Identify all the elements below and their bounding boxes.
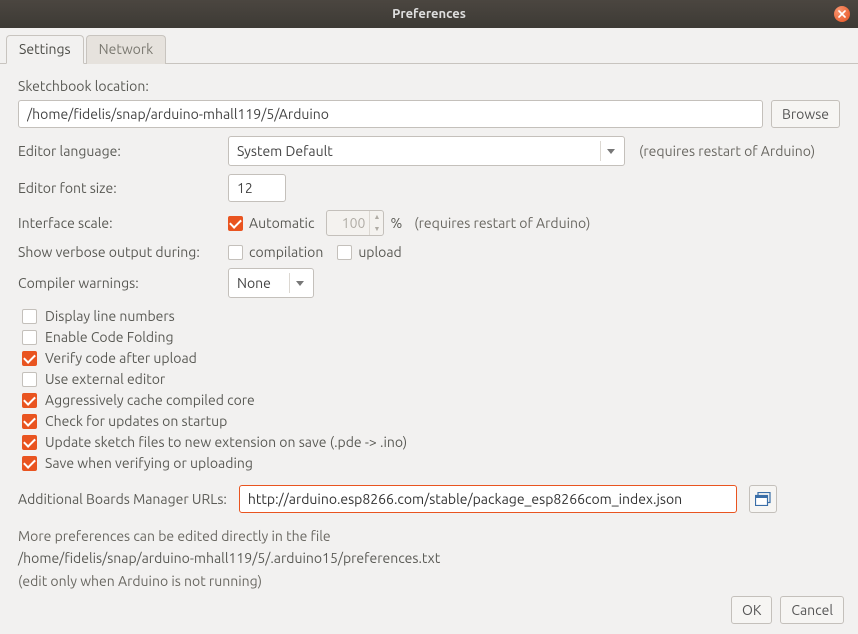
- compiler-warnings-select[interactable]: None: [228, 268, 314, 298]
- editor-language-label: Editor language:: [18, 143, 228, 159]
- preferences-file-note: More preferences can be edited directly …: [18, 525, 840, 592]
- dialog-footer: OK Cancel: [731, 596, 844, 624]
- verify-after-upload-label: Verify code after upload: [45, 350, 197, 366]
- boards-urls-label: Additional Boards Manager URLs:: [18, 491, 227, 507]
- compiler-warnings-label: Compiler warnings:: [18, 275, 228, 291]
- verify-after-upload-checkbox[interactable]: [22, 351, 37, 366]
- settings-panel: Sketchbook location: Browse Editor langu…: [0, 64, 858, 600]
- scale-percent: %: [390, 215, 402, 231]
- scale-automatic-label: Automatic: [249, 215, 314, 231]
- verbose-upload-checkbox[interactable]: [337, 245, 352, 260]
- scale-restart-note: (requires restart of Arduino): [414, 215, 590, 231]
- chevron-down-icon: [600, 141, 620, 161]
- scale-automatic-checkbox[interactable]: [228, 216, 243, 231]
- sketchbook-path-input[interactable]: [18, 100, 763, 128]
- enable-code-folding-label: Enable Code Folding: [45, 329, 174, 345]
- window-titlebar: Preferences: [0, 0, 858, 28]
- ok-button[interactable]: OK: [731, 596, 772, 624]
- compiler-warnings-value: None: [237, 275, 271, 291]
- verbose-label: Show verbose output during:: [18, 244, 228, 260]
- browse-button[interactable]: Browse: [771, 100, 840, 128]
- enable-code-folding-checkbox[interactable]: [22, 330, 37, 345]
- font-size-input[interactable]: [228, 174, 286, 202]
- tab-settings[interactable]: Settings: [6, 35, 84, 64]
- font-size-label: Editor font size:: [18, 180, 228, 196]
- verbose-compilation-label: compilation: [249, 244, 323, 260]
- verbose-upload-label: upload: [358, 244, 401, 260]
- interface-scale-label: Interface scale:: [18, 215, 228, 231]
- save-when-verifying-label: Save when verifying or uploading: [45, 455, 253, 471]
- tab-network[interactable]: Network: [86, 35, 167, 64]
- aggressive-cache-label: Aggressively cache compiled core: [45, 392, 255, 408]
- aggressive-cache-checkbox[interactable]: [22, 393, 37, 408]
- update-extension-checkbox[interactable]: [22, 435, 37, 450]
- chevron-down-icon: ▼: [370, 223, 383, 235]
- scale-spin-buttons[interactable]: ▲ ▼: [369, 211, 383, 235]
- check-updates-label: Check for updates on startup: [45, 413, 227, 429]
- window-title: Preferences: [392, 7, 466, 21]
- pref-note-line3: (edit only when Arduino is not running): [18, 570, 840, 592]
- external-editor-label: Use external editor: [45, 371, 165, 387]
- cancel-button[interactable]: Cancel: [780, 596, 844, 624]
- verbose-compilation-checkbox[interactable]: [228, 245, 243, 260]
- display-line-numbers-label: Display line numbers: [45, 308, 175, 324]
- boards-urls-input[interactable]: [239, 485, 737, 513]
- pref-note-path: /home/fidelis/snap/arduino-mhall119/5/.a…: [18, 547, 840, 569]
- tab-bar: Settings Network: [0, 28, 858, 64]
- check-updates-checkbox[interactable]: [22, 414, 37, 429]
- update-extension-label: Update sketch files to new extension on …: [45, 434, 407, 450]
- pref-note-line1: More preferences can be edited directly …: [18, 525, 840, 547]
- close-icon: [838, 10, 846, 18]
- sketchbook-label: Sketchbook location:: [18, 78, 840, 94]
- external-editor-checkbox[interactable]: [22, 372, 37, 387]
- language-restart-note: (requires restart of Arduino): [639, 143, 815, 159]
- display-line-numbers-checkbox[interactable]: [22, 309, 37, 324]
- scale-spinner[interactable]: ▲ ▼: [326, 210, 384, 236]
- window-close-button[interactable]: [834, 6, 850, 22]
- editor-language-select[interactable]: System Default: [228, 136, 625, 166]
- editor-language-value: System Default: [237, 143, 333, 159]
- window-icon: [755, 492, 771, 506]
- chevron-up-icon: ▲: [370, 211, 383, 223]
- open-urls-dialog-button[interactable]: [749, 485, 777, 513]
- save-when-verifying-checkbox[interactable]: [22, 456, 37, 471]
- scale-value-input: [327, 211, 369, 235]
- chevron-down-icon: [289, 273, 309, 293]
